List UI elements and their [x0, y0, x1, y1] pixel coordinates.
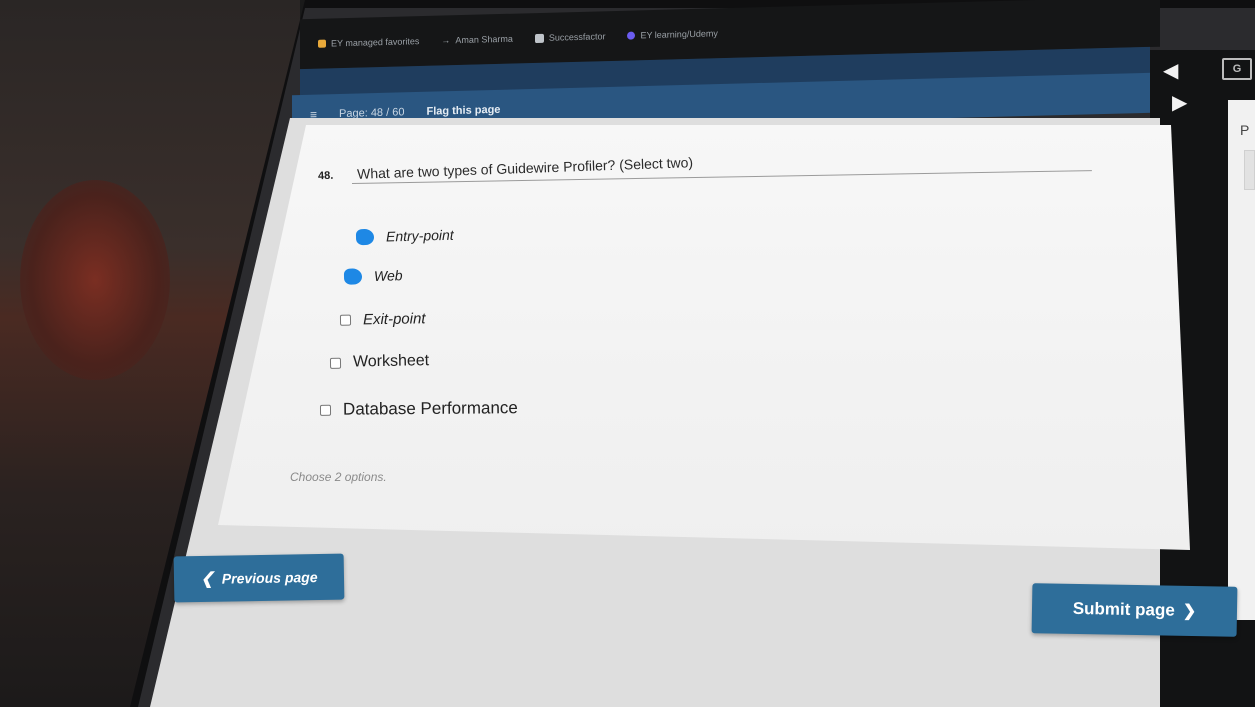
bookmark-label: Aman Sharma [455, 33, 513, 46]
background-blur [20, 180, 170, 380]
side-tool-icon[interactable]: G [1222, 58, 1252, 80]
page-indicator: Page: 48 / 60 [339, 106, 405, 121]
bookmark-label: EY managed favorites [331, 36, 420, 49]
previous-page-button[interactable]: ❮ Previous page [173, 553, 345, 603]
side-tool-label: G [1232, 63, 1242, 75]
chevron-left-icon: ❮ [200, 570, 215, 589]
expand-right-icon[interactable]: ▶ [1172, 90, 1187, 115]
submit-page-button[interactable]: Submit page ❯ [1031, 583, 1238, 637]
side-panel-label: P [1240, 122, 1250, 138]
question-number: 48. [317, 169, 334, 183]
option-label: Web [373, 267, 403, 284]
checkbox-unchecked[interactable] [319, 404, 332, 416]
bars-icon [534, 33, 544, 43]
selection-hint: Choose 2 options. [290, 470, 387, 484]
option-label: Exit-point [362, 310, 426, 329]
option-web[interactable]: Web [343, 267, 403, 285]
collapse-left-icon[interactable]: ◀ [1163, 58, 1178, 83]
checkbox-unchecked[interactable] [329, 357, 342, 369]
checkbox-checked[interactable] [355, 228, 375, 246]
option-label: Worksheet [352, 352, 430, 371]
circle-icon [627, 31, 636, 40]
bookmark-label: EY learning/Udemy [640, 28, 718, 41]
folder-icon [318, 39, 326, 48]
option-label: Entry-point [385, 226, 454, 245]
side-panel: P [1228, 100, 1255, 620]
flag-page-link[interactable]: Flag this page [426, 104, 500, 118]
bookmark-successfactor[interactable]: Successfactor [534, 31, 606, 43]
arrow-icon: → [441, 35, 451, 46]
bookmark-aman-sharma[interactable]: → Aman Sharma [441, 34, 513, 46]
previous-page-label: Previous page [221, 568, 318, 587]
bookmark-ey-favorites[interactable]: EY managed favorites [318, 36, 419, 49]
option-worksheet[interactable]: Worksheet [329, 352, 430, 372]
bookmark-ey-learning[interactable]: EY learning/Udemy [627, 28, 718, 41]
side-panel-box[interactable] [1244, 150, 1255, 190]
option-database-performance[interactable]: Database Performance [319, 398, 518, 420]
checkbox-unchecked[interactable] [339, 314, 352, 326]
question-card [218, 125, 1190, 550]
option-entry-point[interactable]: Entry-point [355, 226, 454, 246]
option-exit-point[interactable]: Exit-point [339, 310, 426, 329]
option-label: Database Performance [342, 398, 518, 419]
checkbox-checked[interactable] [343, 268, 363, 285]
bookmark-label: Successfactor [548, 31, 606, 43]
chevron-right-icon: ❯ [1182, 602, 1197, 621]
submit-page-label: Submit page [1072, 598, 1175, 620]
